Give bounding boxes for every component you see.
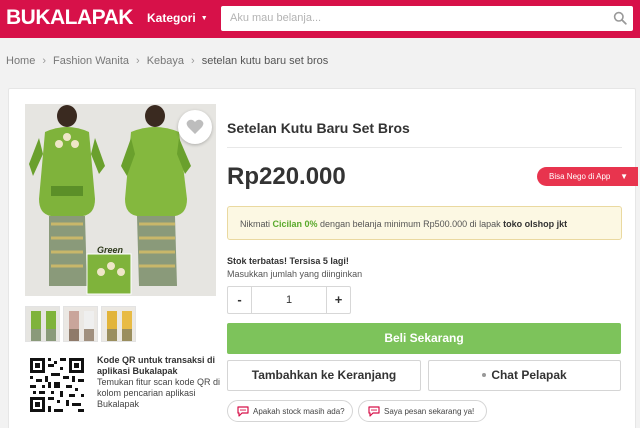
product-price: Rp220.000 xyxy=(227,163,346,190)
bukalapak-logo[interactable]: BUKALAPAK xyxy=(6,6,133,30)
search-icon[interactable] xyxy=(613,11,627,25)
favorite-button[interactable] xyxy=(178,110,212,144)
breadcrumb-current: setelan kutu baru set bros xyxy=(201,55,329,67)
kategori-menu[interactable]: Kategori ▼ xyxy=(147,11,208,25)
shop-name[interactable]: toko olshop jkt xyxy=(503,219,567,229)
breadcrumb-fashion-wanita[interactable]: Fashion Wanita xyxy=(53,55,129,67)
quick-chat-order[interactable]: Saya pesan sekarang ya! xyxy=(358,400,487,422)
caret-down-icon: ▼ xyxy=(620,172,628,181)
quick-chat-stock-label: Apakah stock masih ada? xyxy=(253,407,345,416)
quick-chat-stock[interactable]: Apakah stock masih ada? xyxy=(227,400,353,422)
quantity-stepper: - 1 + xyxy=(227,286,351,314)
chat-seller-button[interactable]: Chat Pelapak xyxy=(428,360,621,391)
cicilan-middle: dengan belanja minimum Rp500.000 di lapa… xyxy=(317,219,504,229)
breadcrumb-home[interactable]: Home xyxy=(6,55,35,67)
thumbnail-1[interactable] xyxy=(25,306,60,342)
kategori-label: Kategori xyxy=(147,11,196,25)
nego-label: Bisa Nego di App xyxy=(549,172,611,181)
quantity-label: Masukkan jumlah yang diinginkan xyxy=(227,269,363,279)
product-title: Setelan Kutu Baru Set Bros xyxy=(227,120,410,136)
chat-seller-label: Chat Pelapak xyxy=(491,368,567,382)
quick-chat-order-label: Saya pesan sekarang ya! xyxy=(384,407,475,416)
thumbnail-2[interactable] xyxy=(63,306,98,342)
qr-title: Kode QR untuk transaksi di aplikasi Buka… xyxy=(97,355,216,376)
quantity-input[interactable]: 1 xyxy=(252,287,326,313)
chat-bubble-icon xyxy=(237,406,249,417)
divider xyxy=(227,147,622,148)
search-input[interactable]: Aku mau belanja... xyxy=(221,6,633,31)
thumbnail-3[interactable] xyxy=(101,306,136,342)
quantity-decrease-button[interactable]: - xyxy=(228,287,252,313)
stock-notice: Stok terbatas! Tersisa 5 lagi! xyxy=(227,256,349,266)
chevron-down-icon: ▼ xyxy=(200,15,208,22)
quantity-increase-button[interactable]: + xyxy=(326,287,350,313)
heart-icon xyxy=(186,119,204,134)
top-header: BUKALAPAK Kategori ▼ Aku mau belanja... xyxy=(0,0,640,38)
nego-badge[interactable]: Bisa Nego di App ▼ xyxy=(537,167,638,186)
buy-now-button[interactable]: Beli Sekarang xyxy=(227,323,621,354)
cicilan-notice: Nikmati Cicilan 0% dengan belanja minimu… xyxy=(227,206,622,240)
chat-bubble-icon xyxy=(368,406,380,417)
cicilan-prefix: Nikmati xyxy=(240,219,273,229)
qr-description: Temukan fitur scan kode QR di kolom penc… xyxy=(97,377,221,409)
chat-dot-icon xyxy=(482,373,487,377)
breadcrumb: Home › Fashion Wanita › Kebaya › setelan kutu … xyxy=(6,55,329,67)
breadcrumb-kebaya[interactable]: Kebaya xyxy=(147,55,184,67)
qr-code-icon xyxy=(30,358,84,412)
search-placeholder: Aku mau belanja... xyxy=(230,12,322,24)
cicilan-highlight: Cicilan 0% xyxy=(272,219,318,229)
image-caption: Green xyxy=(97,245,124,255)
add-to-cart-button[interactable]: Tambahkan ke Keranjang xyxy=(227,360,421,391)
